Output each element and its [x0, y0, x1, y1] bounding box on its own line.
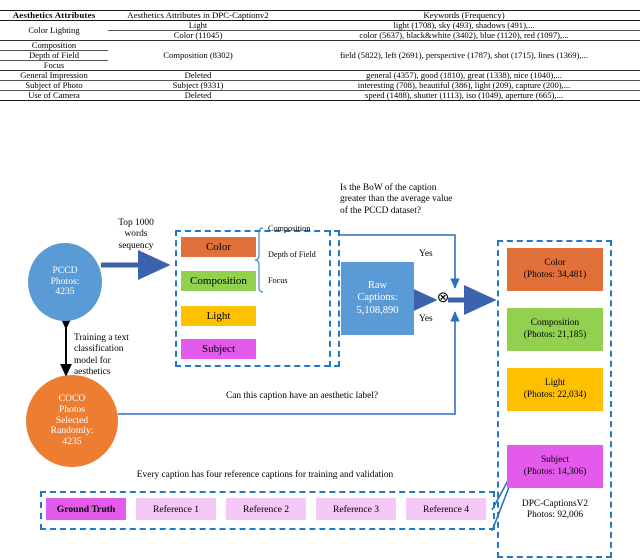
cell-keywords: light (1708), sky (493), shadows (491),.… — [393, 20, 535, 31]
raw-captions-line-1: Raw — [367, 279, 388, 291]
chip-light[interactable]: Light — [181, 306, 256, 326]
output-chip-color-count: (Photos: 34,481) — [523, 269, 587, 280]
cell-mapped: Light — [188, 20, 208, 31]
refchip-reference-3-label: Reference 3 — [332, 503, 380, 515]
cell-keywords: speed (1488), shutter (1113), iso (1049)… — [288, 90, 640, 101]
training-line-3: model for — [74, 355, 111, 366]
output-chip-light-count: (Photos: 22,034) — [523, 389, 587, 400]
cell-mapped: Color (11045) — [108, 30, 288, 41]
chip-subject[interactable]: Subject — [181, 339, 256, 359]
refchip-reference-2[interactable]: Reference 2 — [226, 498, 306, 520]
cell-attribute: Use of Camera — [0, 90, 108, 101]
training-line-4: aesthetics — [74, 367, 111, 378]
output-chip-light-title: Light — [544, 377, 566, 388]
cell-attribute: Color Lighting — [28, 25, 80, 36]
reference-note-label: Every caption has four reference caption… — [136, 470, 394, 480]
refchip-reference-1-label: Reference 1 — [152, 503, 200, 515]
cell-attribute: Composition — [0, 40, 108, 51]
top-words-line-1: Top 1000 — [118, 218, 154, 228]
cell-keywords: interesting (708), beautiful (386), ligh… — [288, 80, 640, 91]
output-chip-composition-title: Composition — [530, 317, 580, 328]
table-row: Use of Camera Deleted speed (1488), shut… — [0, 90, 640, 101]
cell-keywords: field (5822), left (2691), perspective (… — [288, 40, 640, 71]
cell-attribute: Focus — [0, 60, 108, 71]
raw-captions-node[interactable]: Raw Captions: 5,108,890 — [341, 262, 414, 335]
output-footer-line-2: Photos: 92,006 — [526, 510, 584, 521]
bow-question-line-1: Is the BoW of the caption — [340, 183, 437, 193]
cell-keywords: general (4357), good (1810), great (1338… — [288, 70, 640, 81]
raw-captions-line-3: 5,108,890 — [356, 304, 399, 316]
table-row: General Impression Deleted general (4357… — [0, 70, 640, 81]
output-chip-color-title: Color — [544, 257, 566, 268]
bow-question-line-2: greater than the average value — [340, 194, 453, 205]
refchip-reference-3[interactable]: Reference 3 — [316, 498, 396, 520]
refchip-reference-4[interactable]: Reference 4 — [406, 498, 486, 520]
cell-attribute: Depth of Field — [0, 50, 108, 61]
pccd-node[interactable]: PCCD Photos: 4235 — [28, 243, 102, 321]
output-chip-light[interactable]: Light (Photos: 22,034) — [507, 368, 603, 411]
chip-light-label: Light — [206, 309, 231, 322]
xor-glyph: ⊗ — [436, 290, 450, 306]
output-chip-color[interactable]: Color (Photos: 34,481) — [507, 248, 603, 291]
refchip-reference-4-label: Reference 4 — [422, 503, 470, 515]
bow-question-line-3: of the PCCD dataset? — [340, 205, 421, 216]
table-row: Composition Composition (8302) field (58… — [0, 40, 640, 71]
header-mapped-attributes: Aesthetics Attributes in DPC-Captionv2 — [127, 10, 269, 20]
training-label: Training a text classification model for… — [74, 333, 166, 379]
bracket-item-composition-label: Composition — [268, 224, 311, 233]
output-chip-composition[interactable]: Composition (Photos: 21,185) — [507, 308, 603, 351]
cell-attribute: General Impression — [0, 70, 108, 81]
cell-mapped: Deleted — [108, 90, 288, 101]
bow-question-label: Is the BoW of the caption greater than t… — [340, 183, 520, 217]
chip-color-label: Color — [205, 240, 232, 253]
coco-node[interactable]: COCO Photos Selected Randomly: 4235 — [26, 375, 118, 467]
cell-mapped: Subject (9331) — [108, 80, 288, 91]
bracket-item-focus-label: Focus — [268, 276, 288, 285]
top-words-line-2: words — [124, 229, 148, 240]
chip-composition[interactable]: Composition — [181, 271, 256, 291]
table: Aesthetics Attributes Aesthetics Attribu… — [0, 10, 640, 101]
chip-composition-label: Composition — [190, 274, 247, 287]
output-chip-composition-count: (Photos: 21,185) — [523, 329, 587, 340]
aesthetics-attributes-table: Aesthetics Attributes Aesthetics Attribu… — [0, 10, 640, 101]
aesthetic-question-label: Can this caption have an aesthetic label… — [225, 391, 379, 401]
chip-subject-label: Subject — [202, 342, 235, 355]
xor-icon: ⊗ — [433, 291, 453, 306]
bracket-item-depth-of-field-label: Depth of Field — [268, 250, 316, 259]
yes-label-top: Yes — [419, 249, 433, 259]
yes-label-bottom: Yes — [419, 314, 433, 324]
refchip-reference-1[interactable]: Reference 1 — [136, 498, 216, 520]
header-aesthetics-attributes: Aesthetics Attributes — [12, 10, 96, 20]
training-line-1: Training a text — [74, 333, 129, 343]
middle-container-edge — [329, 230, 341, 367]
coco-label-line-5: 4235 — [62, 436, 82, 448]
output-chip-subject-title: Subject — [540, 454, 570, 465]
coco-label-line-2: Photos — [58, 403, 86, 415]
pccd-label-line-1: PCCD — [52, 264, 78, 276]
chip-color[interactable]: Color — [181, 237, 256, 257]
cell-attribute: Subject of Photo — [0, 80, 108, 91]
training-line-2: classification — [74, 344, 124, 355]
cell-mapped: Composition (8302) — [108, 40, 288, 71]
refchip-ground-truth-label: Ground Truth — [56, 503, 116, 515]
pipeline-diagram: PCCD Photos: 4235 COCO Photos Selected R… — [0, 170, 640, 560]
cell-mapped: Deleted — [108, 70, 288, 81]
table-header-row: Aesthetics Attributes Aesthetics Attribu… — [0, 10, 640, 21]
table-row: Subject of Photo Subject (9331) interest… — [0, 80, 640, 91]
refchip-ground-truth[interactable]: Ground Truth — [46, 498, 126, 520]
table-row: Color Lighting Light light (1708), sky (… — [0, 20, 640, 35]
top-words-line-3: sequency — [118, 240, 154, 251]
output-footer-line-1: DPC-CaptionsV2 — [521, 499, 589, 509]
pccd-label-line-3: 4235 — [55, 286, 75, 298]
top-words-label: Top 1000 words sequency — [103, 218, 169, 252]
output-chip-subject[interactable]: Subject (Photos: 14,306) — [507, 445, 603, 488]
refchip-reference-2-label: Reference 2 — [242, 503, 290, 515]
raw-captions-line-2: Captions: — [357, 292, 398, 304]
output-footer-label: DPC-CaptionsV2 Photos: 92,006 — [500, 499, 610, 522]
header-keywords: Keywords (Frequency) — [423, 10, 505, 20]
output-chip-subject-count: (Photos: 14,306) — [523, 466, 587, 477]
cell-keywords: color (5637), black&white (3402), blue (… — [288, 30, 640, 41]
